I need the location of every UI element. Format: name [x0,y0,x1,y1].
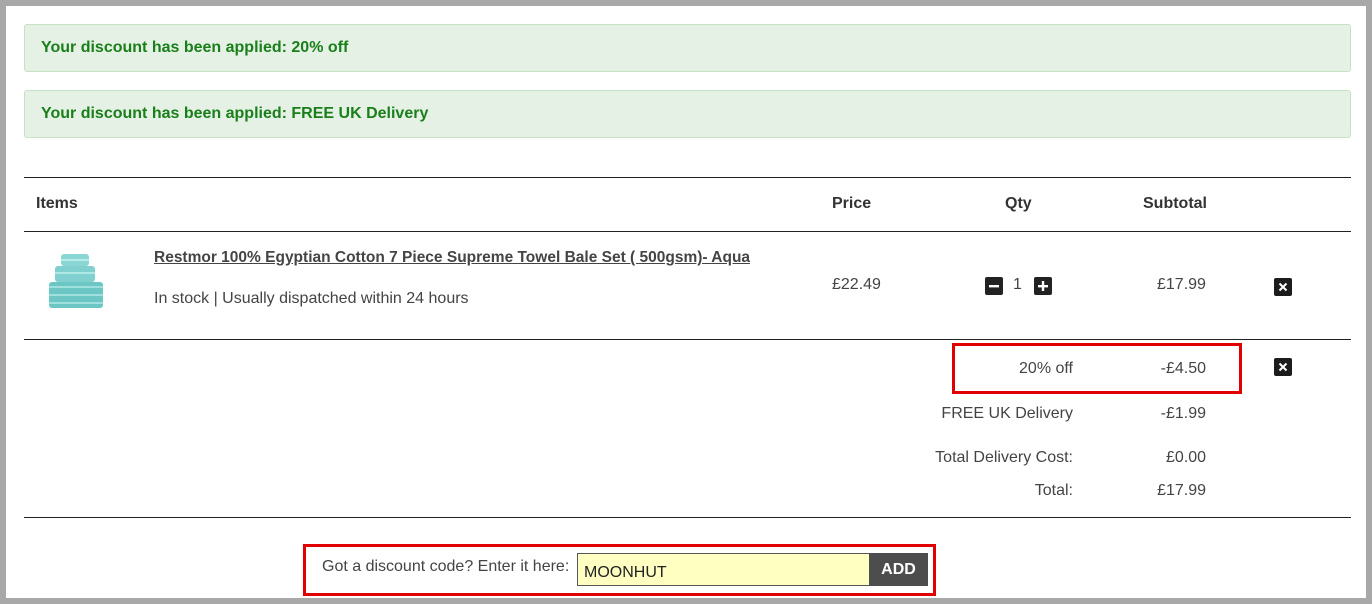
discount-alert-percent: Your discount has been applied: 20% off [24,24,1351,72]
stock-status: In stock | Usually dispatched within 24 … [154,290,469,307]
header-rule [24,231,1351,232]
remove-discount-button[interactable] [1274,358,1292,376]
alert-text: Your discount has been applied: FREE UK … [41,105,429,122]
total-value: £17.99 [1157,482,1206,499]
table-top-rule [24,177,1351,178]
item-price: £22.49 [832,276,881,293]
decrease-qty-button[interactable] [985,277,1003,295]
add-discount-button[interactable]: ADD [869,553,928,586]
summary-rule [24,517,1351,518]
alert-text: Your discount has been applied: 20% off [41,39,349,56]
close-icon [1278,282,1288,292]
plus-icon [1038,281,1048,291]
total-label: Total: [1034,482,1073,499]
delivery-cost-value: £0.00 [1165,449,1206,466]
discount-label: 20% off [1019,360,1073,377]
column-header-price: Price [832,195,872,212]
remove-item-button[interactable] [1274,278,1292,296]
close-icon [1278,362,1288,372]
delivery-cost-label: Total Delivery Cost: [935,449,1073,466]
discount-alert-delivery: Your discount has been applied: FREE UK … [24,90,1351,138]
item-qty: 1 [1013,276,1022,293]
column-header-items: Items [36,195,78,212]
delivery-discount-value: -£1.99 [1160,405,1206,422]
item-subtotal: £17.99 [1157,276,1206,293]
item-rule [24,339,1351,340]
delivery-discount-label: FREE UK Delivery [941,405,1073,422]
increase-qty-button[interactable] [1034,277,1052,295]
discount-code-label: Got a discount code? Enter it here: [322,558,570,575]
column-header-qty: Qty [1005,195,1032,212]
minus-icon [989,285,999,288]
product-thumbnail[interactable] [45,252,107,310]
discount-code-input[interactable] [577,553,869,586]
product-name-link[interactable]: Restmor 100% Egyptian Cotton 7 Piece Sup… [154,249,750,267]
discount-value: -£4.50 [1160,360,1206,377]
column-header-subtotal: Subtotal [1143,195,1207,212]
